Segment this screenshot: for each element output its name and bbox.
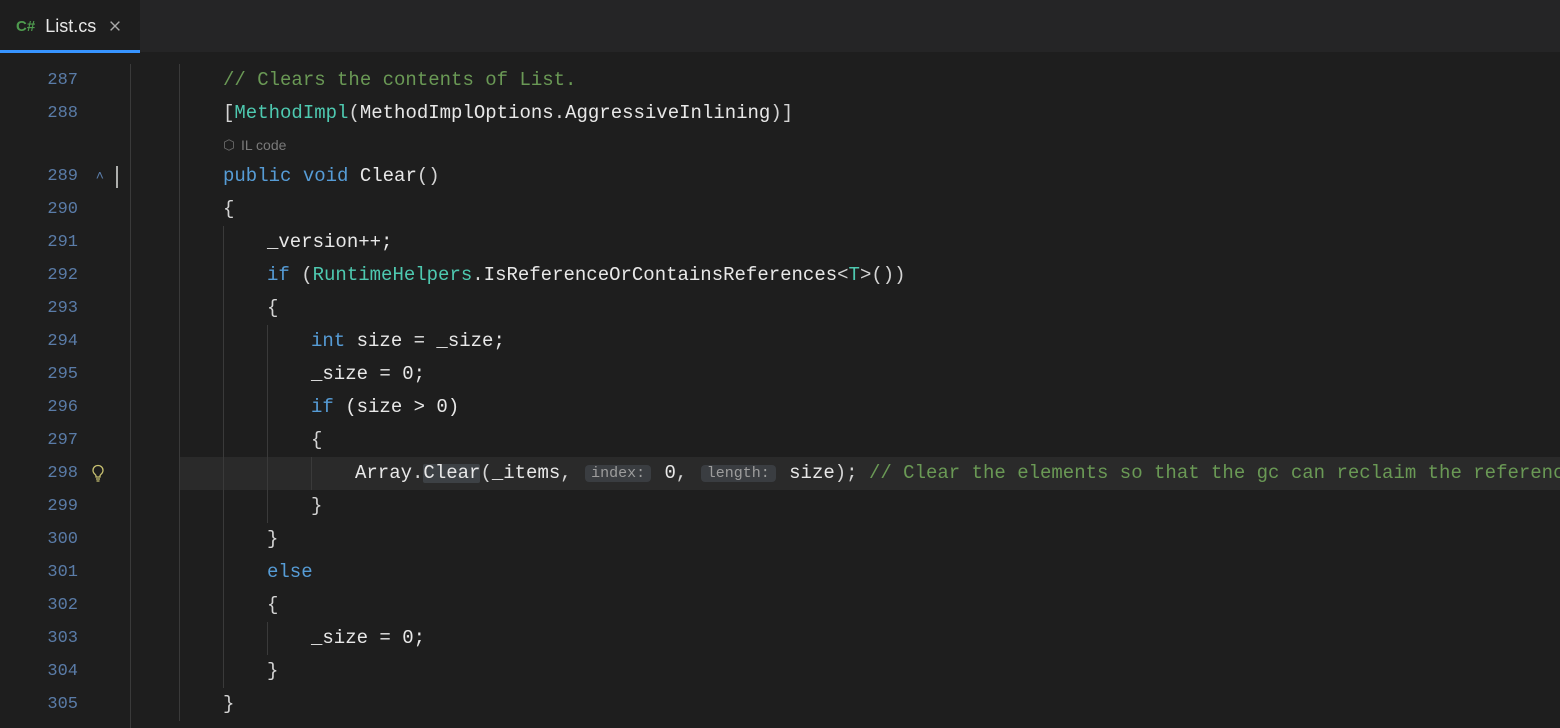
line-number: 289 ˄: [0, 160, 84, 193]
code-line[interactable]: }: [179, 655, 1560, 688]
structure-guide-column: [124, 64, 179, 728]
line-number: 301: [0, 556, 84, 589]
code-line[interactable]: _size = 0;: [179, 358, 1560, 391]
code-editor[interactable]: 287 288 289 ˄ 290 291 292 293 294 295 29…: [0, 52, 1560, 728]
line-number: 290: [0, 193, 84, 226]
line-number: 293: [0, 292, 84, 325]
line-number: 292: [0, 259, 84, 292]
tab-bar: C# List.cs: [0, 0, 1560, 52]
code-line[interactable]: public void Clear(): [179, 160, 1560, 193]
line-number: 300: [0, 523, 84, 556]
codelens-gutter-spacer: [0, 130, 84, 160]
codelens-row[interactable]: IL code: [179, 130, 1560, 160]
line-number: 294: [0, 325, 84, 358]
inlay-hint-length: length:: [701, 465, 776, 482]
code-line[interactable]: [MethodImpl(MethodImplOptions.Aggressive…: [179, 97, 1560, 130]
code-line-current[interactable]: Array.Clear(_items, index: 0, length: si…: [179, 457, 1560, 490]
code-line[interactable]: }: [179, 490, 1560, 523]
inlay-hint-index: index:: [585, 465, 651, 482]
line-number: 296: [0, 391, 84, 424]
csharp-icon: C#: [16, 19, 35, 34]
line-number: 299: [0, 490, 84, 523]
tab-list-cs[interactable]: C# List.cs: [0, 0, 140, 52]
code-line[interactable]: int size = _size;: [179, 325, 1560, 358]
line-number: 302: [0, 589, 84, 622]
code-line[interactable]: {: [179, 292, 1560, 325]
close-icon[interactable]: [106, 17, 124, 35]
code-line[interactable]: {: [179, 589, 1560, 622]
code-line[interactable]: {: [179, 424, 1560, 457]
code-line[interactable]: if (size > 0): [179, 391, 1560, 424]
line-number: 304: [0, 655, 84, 688]
code-line[interactable]: if (RuntimeHelpers.IsReferenceOrContains…: [179, 259, 1560, 292]
line-number: 288: [0, 97, 84, 130]
code-line[interactable]: {: [179, 193, 1560, 226]
code-area[interactable]: // Clears the contents of List. [MethodI…: [179, 64, 1560, 728]
line-number: 287: [0, 64, 84, 97]
tab-filename: List.cs: [45, 17, 96, 35]
fold-column: [84, 64, 124, 728]
code-line[interactable]: _version++;: [179, 226, 1560, 259]
line-number: 297: [0, 424, 84, 457]
line-number: 305: [0, 688, 84, 721]
il-code-icon: [223, 139, 235, 151]
code-line[interactable]: // Clears the contents of List.: [179, 64, 1560, 97]
code-line[interactable]: _size = 0;: [179, 622, 1560, 655]
code-line[interactable]: else: [179, 556, 1560, 589]
line-number: 303: [0, 622, 84, 655]
code-line[interactable]: }: [179, 688, 1560, 721]
line-number: 298: [0, 457, 84, 490]
codelens-label[interactable]: IL code: [241, 138, 286, 152]
highlighted-symbol: Clear: [423, 464, 480, 483]
line-number-gutter: 287 288 289 ˄ 290 291 292 293 294 295 29…: [0, 64, 84, 728]
code-line[interactable]: }: [179, 523, 1560, 556]
line-number: 295: [0, 358, 84, 391]
line-number: 291: [0, 226, 84, 259]
